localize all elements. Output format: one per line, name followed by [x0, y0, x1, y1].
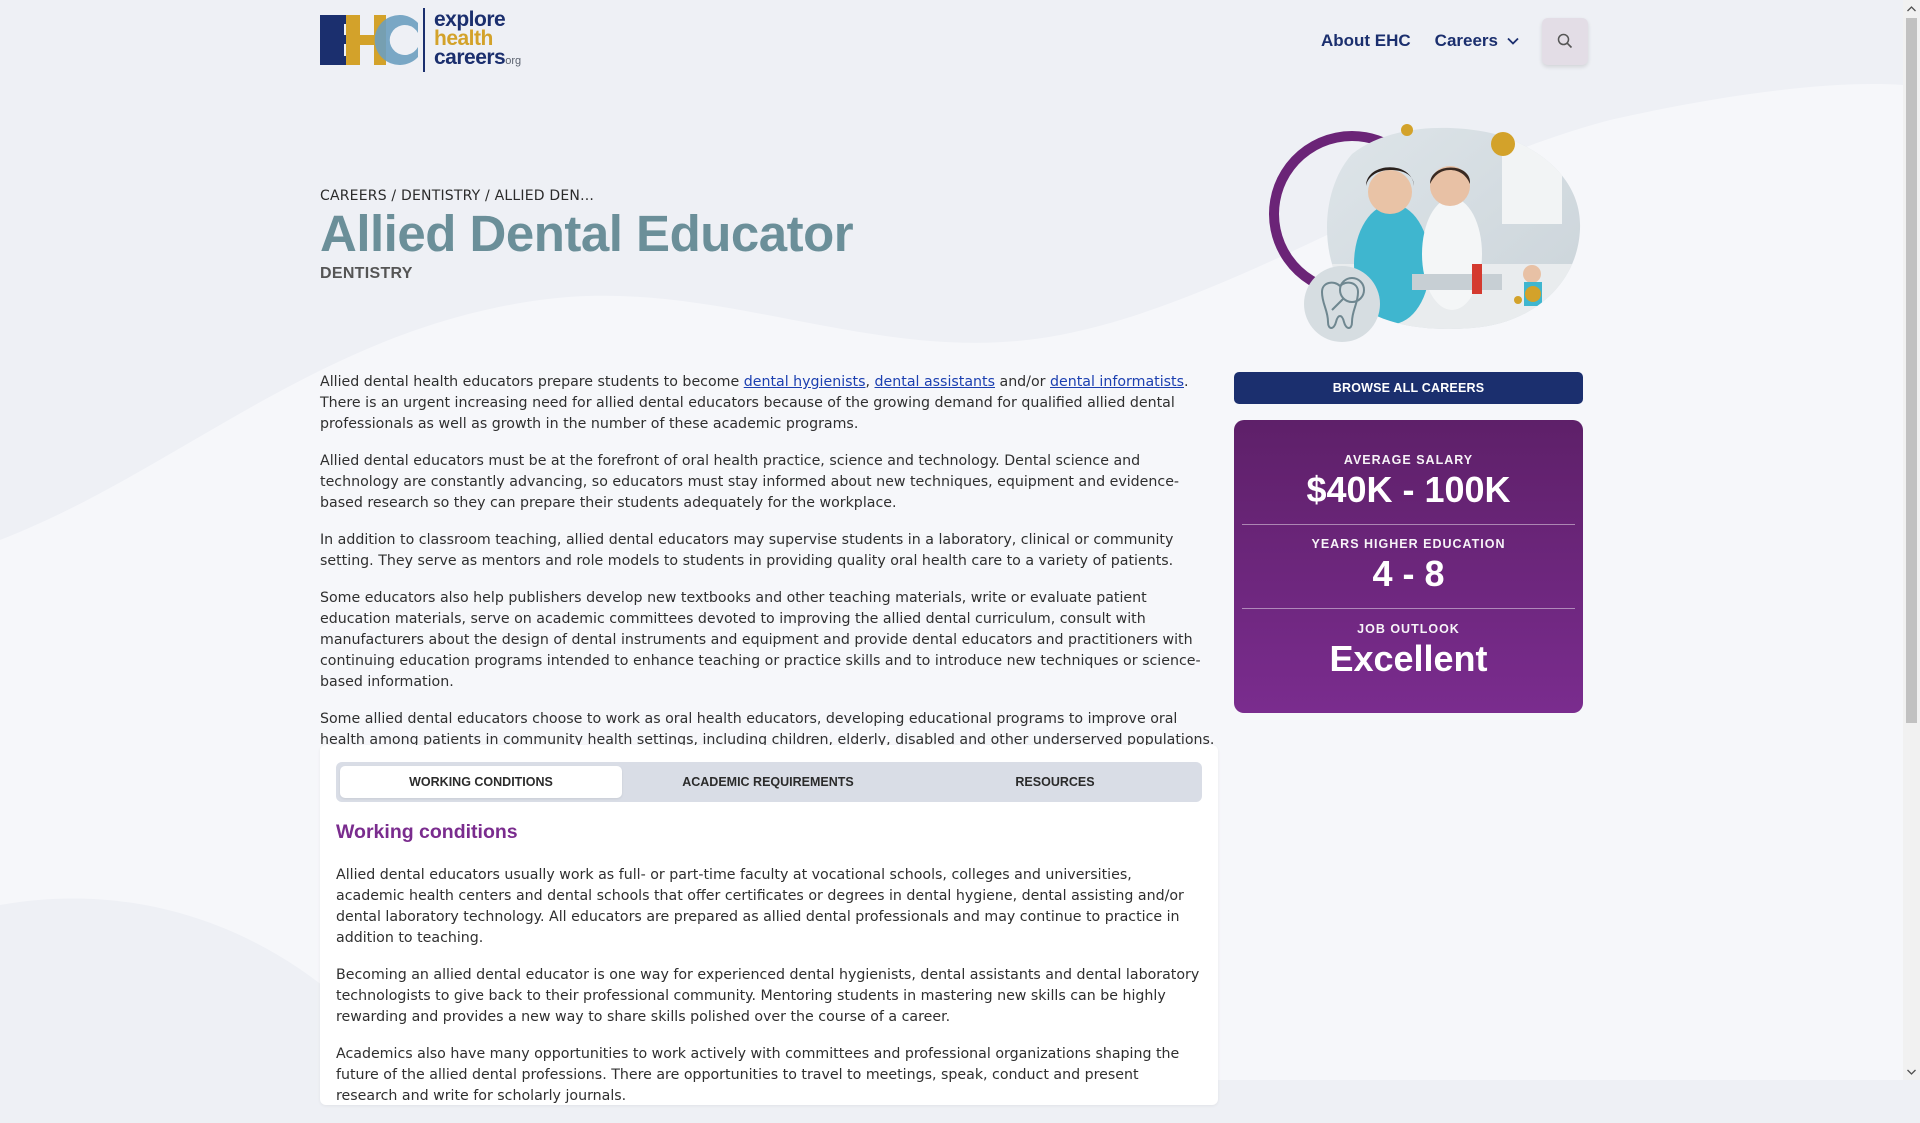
chevron-down-icon	[1507, 37, 1519, 45]
stat-divider	[1242, 524, 1575, 525]
description-paragraph-1: Allied dental health educators prepare s…	[320, 372, 1218, 435]
stat-label: YEARS HIGHER EDUCATION	[1311, 537, 1506, 551]
main-nav: About EHC Careers	[1297, 17, 1588, 65]
dental-hygienists-link[interactable]: dental hygienists	[744, 374, 866, 390]
page-title: Allied Dental Educator	[320, 205, 854, 262]
career-description: Allied dental health educators prepare s…	[320, 372, 1218, 767]
search-icon	[1557, 33, 1573, 49]
search-button[interactable]	[1542, 17, 1588, 65]
stat-value: Excellent	[1329, 638, 1488, 679]
tab-resources[interactable]: RESOURCES	[914, 766, 1196, 798]
tab-working-conditions[interactable]: WORKING CONDITIONS	[340, 766, 622, 798]
career-stats-card: AVERAGE SALARY $40K - 100K YEARS HIGHER …	[1234, 420, 1583, 713]
dental-informatists-link[interactable]: dental informatists	[1050, 374, 1184, 390]
logo-line-careers: careersorg	[434, 46, 522, 71]
p1-text-2: ,	[865, 374, 875, 390]
logo-careers-text: careers	[434, 46, 506, 69]
stat-job-outlook: JOB OUTLOOK Excellent	[1242, 622, 1575, 680]
logo-wordmark: explore health careersorg	[434, 9, 522, 71]
site-logo[interactable]: explore health careersorg	[320, 8, 535, 72]
logo-divider	[423, 8, 425, 72]
stat-divider	[1242, 608, 1575, 609]
dental-assistants-link[interactable]: dental assistants	[875, 374, 995, 390]
page-scrollbar[interactable]	[1903, 0, 1920, 1080]
breadcrumb: CAREERS / DENTISTRY / ALLIED DEN...	[320, 188, 595, 204]
browse-all-careers-button[interactable]: BROWSE ALL CAREERS	[1234, 372, 1583, 404]
nav-careers-label: Careers	[1434, 31, 1498, 50]
nav-about-label: About EHC	[1320, 31, 1411, 50]
description-paragraph-3: In addition to classroom teaching, allie…	[320, 532, 1174, 569]
working-conditions-paragraph-3: Academics also have many opportunities t…	[336, 1046, 1180, 1104]
stat-value: 4 - 8	[1372, 553, 1445, 594]
working-conditions-paragraph-2: Becoming an allied dental educator is on…	[336, 967, 1200, 1025]
description-paragraph-2: Allied dental educators must be at the f…	[320, 453, 1180, 511]
career-category: DENTISTRY	[320, 265, 413, 282]
ehc-logo-mark	[320, 15, 418, 65]
scroll-up-arrow-icon[interactable]	[1903, 0, 1920, 17]
logo-org-suffix: org	[505, 55, 522, 67]
stat-average-salary: AVERAGE SALARY $40K - 100K	[1242, 453, 1575, 511]
tab-section-body: Allied dental educators usually work as …	[336, 865, 1202, 1123]
p1-text-1: Allied dental health educators prepare s…	[320, 374, 744, 390]
stat-label: JOB OUTLOOK	[1357, 622, 1460, 636]
scroll-down-arrow-icon[interactable]	[1903, 1063, 1920, 1080]
nav-about-link[interactable]: About EHC	[1321, 31, 1411, 51]
nav-careers-dropdown[interactable]: Careers	[1435, 31, 1520, 51]
p1-text-3: and/or	[994, 374, 1050, 390]
tab-bar: WORKING CONDITIONS ACADEMIC REQUIREMENTS…	[336, 762, 1202, 802]
scrollbar-thumb[interactable]	[1906, 18, 1917, 723]
stat-years-education: YEARS HIGHER EDUCATION 4 - 8	[1242, 537, 1575, 595]
hero-illustration	[1269, 124, 1581, 342]
working-conditions-paragraph-1: Allied dental educators usually work as …	[336, 867, 1184, 946]
stat-label: AVERAGE SALARY	[1343, 453, 1474, 467]
details-tabs-card: WORKING CONDITIONS ACADEMIC REQUIREMENTS…	[320, 745, 1218, 1105]
description-paragraph-4: Some educators also help publishers deve…	[320, 590, 1201, 690]
stat-value: $40K - 100K	[1306, 469, 1511, 510]
tab-section-heading: Working conditions	[336, 821, 518, 843]
tab-academic-requirements[interactable]: ACADEMIC REQUIREMENTS	[627, 766, 909, 798]
